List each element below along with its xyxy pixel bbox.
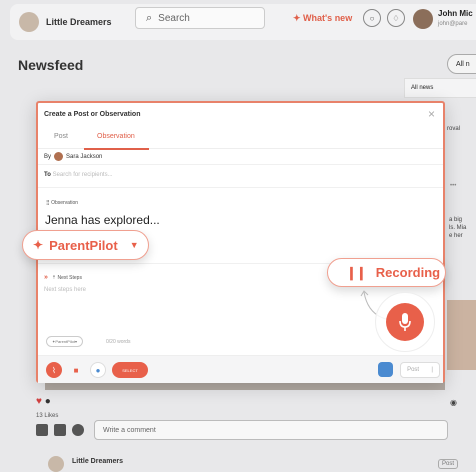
next-steps-label: » ⇡ Next Steps	[44, 274, 82, 281]
author-avatar	[54, 152, 64, 161]
word-count: 0/20 words	[106, 339, 131, 345]
divider	[38, 187, 443, 188]
tab-post[interactable]: Post	[54, 133, 68, 140]
modal-title: Create a Post or Observation	[44, 111, 141, 118]
post-options-icon[interactable]: |	[431, 367, 433, 373]
whats-new-link[interactable]: ✦ What's new	[293, 13, 352, 24]
bell-icon[interactable]: ♢	[387, 9, 405, 27]
search-placeholder: Search	[158, 12, 190, 24]
gallery-icon[interactable]	[378, 362, 393, 377]
post-chip: Post	[438, 459, 459, 469]
emoji-icon[interactable]	[72, 424, 84, 436]
like-icon[interactable]: ♥ ●	[36, 396, 51, 407]
card-author: Little Dreamers	[72, 458, 123, 465]
school-avatar	[19, 12, 39, 32]
image-icon[interactable]	[36, 424, 48, 436]
comment-row: Write a comment	[36, 420, 448, 440]
pause-icon: ❙❙	[346, 264, 367, 280]
user-avatar[interactable]	[413, 9, 433, 29]
observation-label: ⣿ Observation	[46, 200, 79, 206]
user-email: john@pare	[438, 21, 468, 27]
microphone-icon	[399, 313, 411, 331]
next-steps-input[interactable]: Next steps here	[44, 287, 86, 293]
select-button[interactable]: SELECT	[112, 362, 148, 378]
recording-indicator[interactable]: ❙❙ Recording	[327, 258, 446, 287]
parentpilot-mini-dropdown[interactable]: ✦ ParentPilot ▾	[46, 336, 83, 347]
parentpilot-dropdown[interactable]: ✦ ParentPilot ▼	[22, 230, 149, 260]
likes-count: 13 Likes	[36, 413, 59, 419]
observation-input[interactable]: Jenna has explored...	[45, 213, 160, 227]
video-icon[interactable]: ■	[68, 362, 84, 378]
views-icon: ◉	[450, 398, 457, 407]
active-tab-indicator	[84, 148, 149, 150]
search-icon: ⌕	[146, 11, 153, 24]
user-name: John Mic	[438, 9, 473, 18]
tab-observation[interactable]: Observation	[97, 133, 135, 140]
to-label: To	[44, 172, 51, 178]
school-avatar-2	[48, 456, 64, 472]
all-news-option[interactable]: All news	[404, 78, 476, 98]
comment-icon[interactable]: ●	[45, 396, 51, 407]
document-icon[interactable]	[54, 424, 66, 436]
by-label: By	[44, 153, 52, 160]
select-label: SELECT	[122, 367, 138, 373]
filter-button[interactable]: All n	[447, 54, 476, 74]
side-text: roval	[447, 126, 461, 132]
observation-label-text: Observation	[51, 200, 79, 206]
location-icon[interactable]: ●	[90, 362, 106, 378]
post-button[interactable]: Post |	[400, 362, 440, 378]
author-name: Sara Jackson	[66, 153, 103, 160]
page-title: Newsfeed	[18, 57, 84, 73]
chevrons-icon: »	[44, 274, 48, 281]
whats-new-label: What's new	[303, 13, 353, 23]
author-row: By Sara Jackson	[44, 152, 102, 161]
post-photo	[447, 300, 476, 370]
recipients-input[interactable]: To Search for recipients...	[44, 172, 113, 178]
modal-footer: ⌇ ■ ● SELECT Post |	[38, 355, 443, 383]
divider	[38, 164, 443, 165]
side-text-2: a big ls. Mia e her	[449, 217, 467, 239]
attach-icon[interactable]: ⌇	[46, 362, 62, 378]
mini-parentpilot-label: ParentPilot	[55, 339, 75, 344]
post-label: Post	[407, 367, 420, 373]
search-input[interactable]: ⌕ Search	[135, 7, 265, 29]
more-icon[interactable]: •••	[450, 183, 456, 189]
chevron-down-icon: ▼	[129, 240, 139, 250]
next-steps-label-text: Next Steps	[57, 275, 82, 281]
chat-icon[interactable]: ○	[363, 9, 381, 27]
recipients-placeholder: Search for recipients...	[52, 172, 113, 178]
comment-input[interactable]: Write a comment	[94, 420, 448, 440]
sparkle-icon: ✦	[33, 238, 44, 252]
recording-label: Recording	[375, 265, 441, 280]
modal-tabs: Post Observation	[38, 127, 443, 150]
close-icon[interactable]: ×	[428, 107, 435, 121]
brand-name: Little Dreamers	[46, 17, 112, 27]
parentpilot-label: ParentPilot	[49, 237, 118, 253]
mic-button[interactable]	[386, 303, 424, 341]
